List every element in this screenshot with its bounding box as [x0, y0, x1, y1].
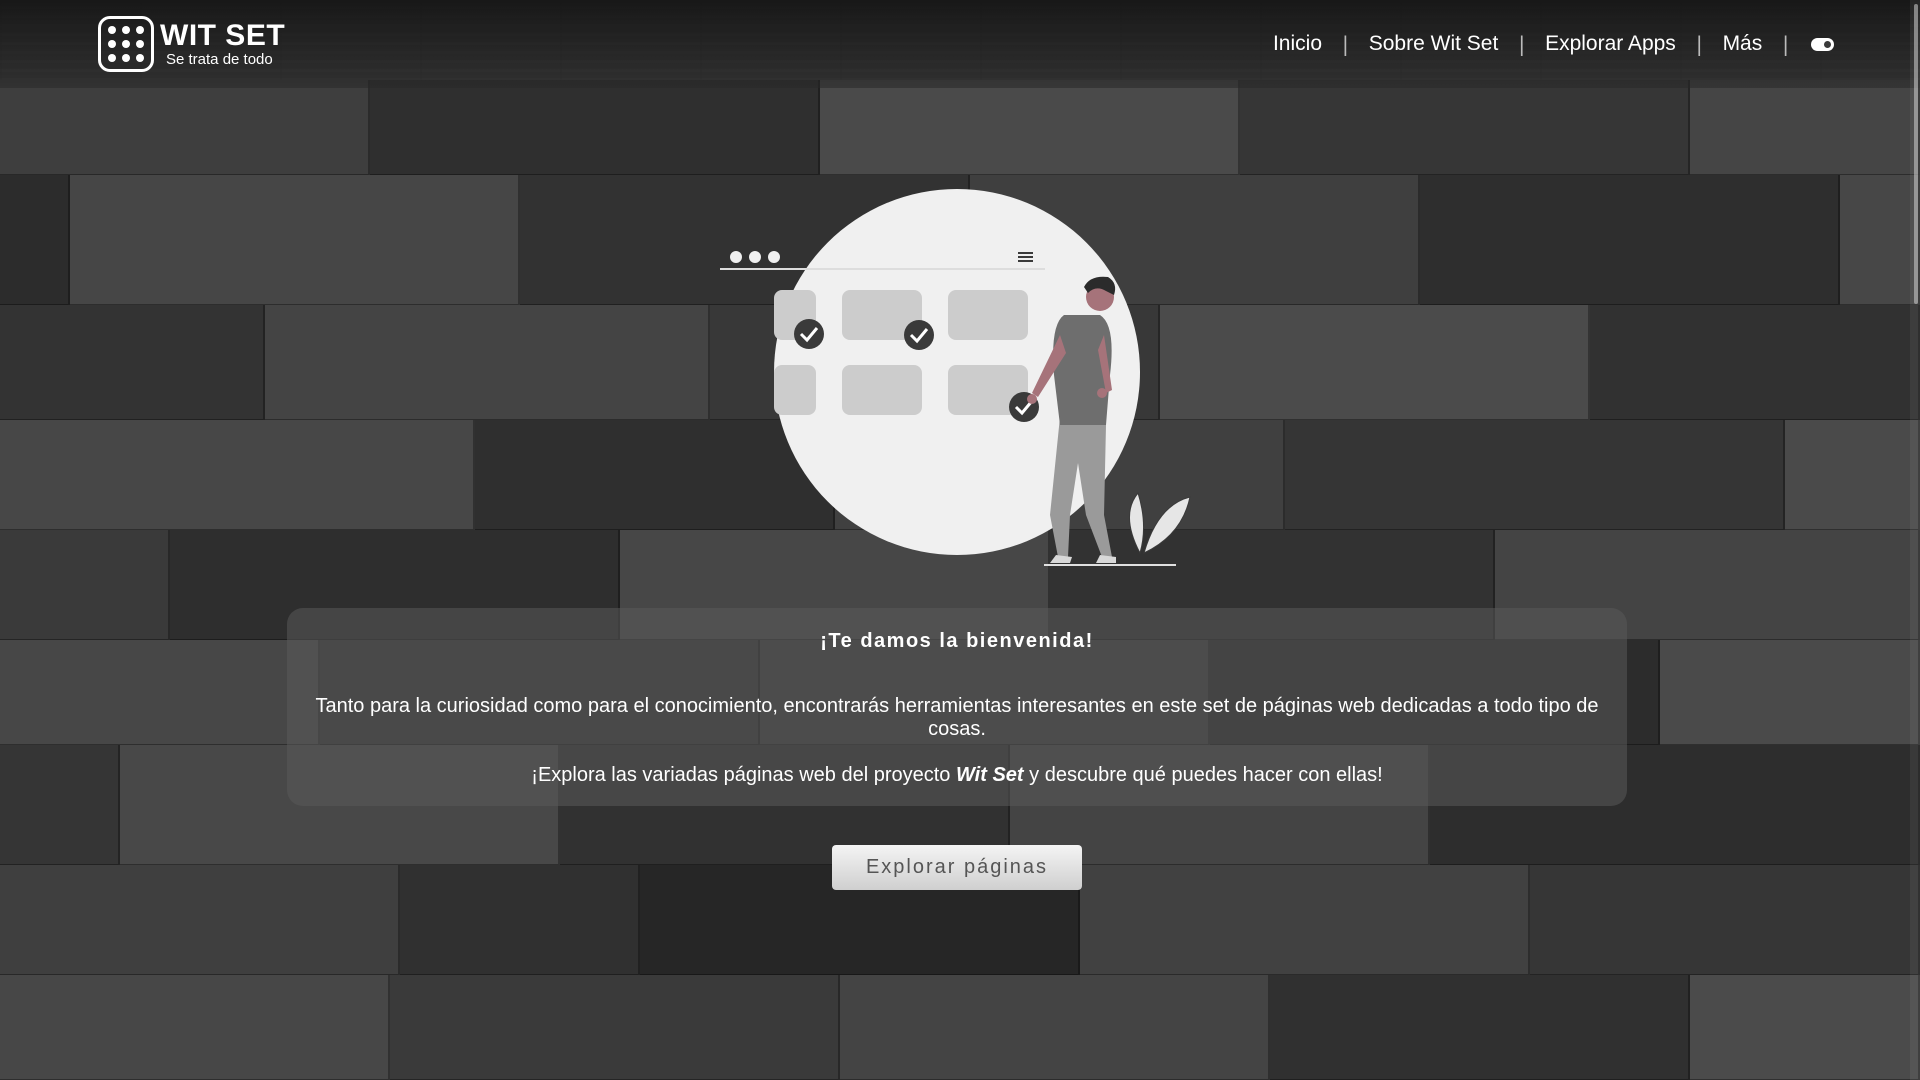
project-name: Wit Set — [955, 764, 1024, 786]
grid-dots-icon — [98, 16, 154, 72]
explore-pages-button[interactable]: Explorar páginas — [832, 845, 1082, 890]
brand-subtitle: Se trata de todo — [166, 51, 273, 68]
main-nav: Inicio | Sobre Wit Set | Explorar Apps |… — [1273, 32, 1834, 56]
nav-link-explorar-apps[interactable]: Explorar Apps — [1545, 32, 1676, 56]
welcome-title: ¡Te damos la bienvenida! — [820, 630, 1094, 652]
nav-link-sobre-wit-set[interactable]: Sobre Wit Set — [1369, 32, 1499, 56]
scrollbar-thumb[interactable] — [1914, 4, 1918, 304]
nav-separator: | — [1695, 32, 1703, 56]
welcome-card: ¡Te damos la bienvenida! Tanto para la c… — [287, 608, 1627, 806]
theme-toggle-icon[interactable] — [1811, 37, 1834, 51]
welcome-description: Tanto para la curiosidad como para el co… — [315, 695, 1599, 740]
nav-link-inicio[interactable]: Inicio — [1273, 32, 1322, 56]
page-scrollbar[interactable] — [1910, 0, 1920, 1080]
brand-title: WIT SET — [160, 19, 286, 52]
top-navbar: WIT SET Se trata de todo Inicio | Sobre … — [0, 0, 1920, 88]
welcome-call-before: ¡Explora las variadas páginas web del pr… — [531, 764, 951, 786]
welcome-call-after: y descubre qué puedes hacer con ellas! — [1029, 764, 1383, 786]
brand-text: WIT SET Se trata de todo — [160, 19, 286, 68]
nav-separator: | — [1342, 32, 1349, 56]
nav-separator: | — [1518, 32, 1526, 56]
nav-separator: | — [1782, 32, 1789, 56]
welcome-illustration — [720, 189, 1191, 566]
brand-logo-link[interactable]: WIT SET Se trata de todo — [98, 16, 285, 72]
nav-link-mas[interactable]: Más — [1723, 32, 1763, 56]
welcome-call-text: ¡Explora las variadas páginas web del pr… — [307, 764, 1607, 787]
